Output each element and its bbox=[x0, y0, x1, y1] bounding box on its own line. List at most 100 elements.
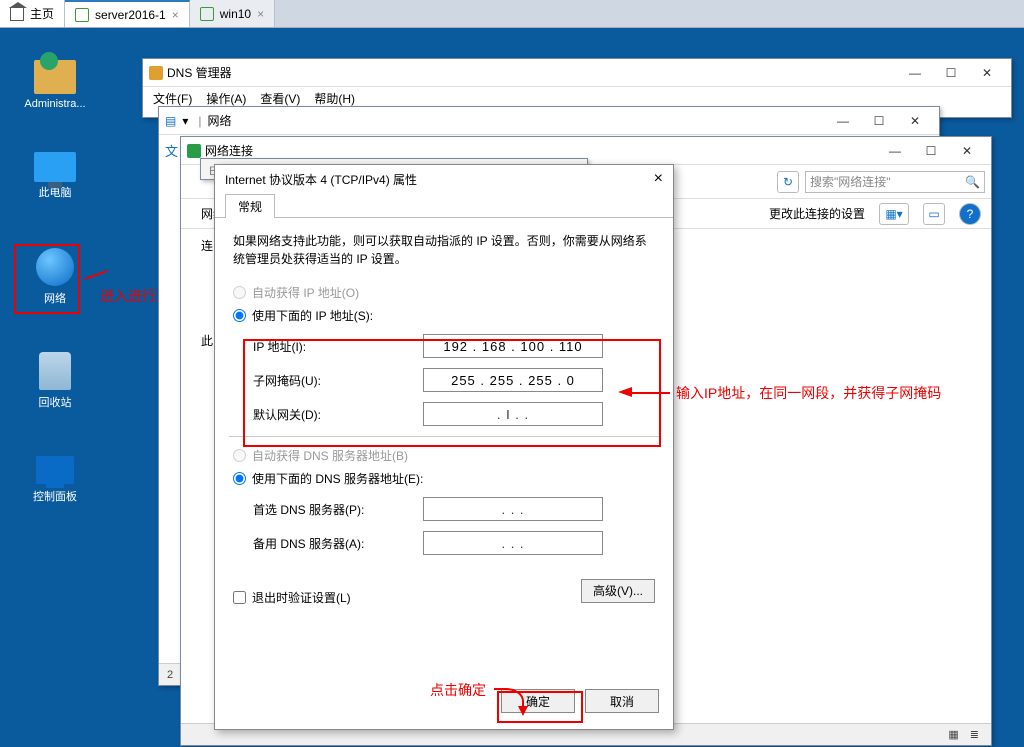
vm-icon bbox=[200, 7, 214, 21]
input-dns2[interactable]: . . . bbox=[423, 531, 603, 555]
dns-icon bbox=[149, 66, 163, 80]
tab-home[interactable]: 主页 bbox=[0, 0, 65, 27]
icon-label: 回收站 bbox=[18, 394, 92, 410]
minimize-button[interactable]: — bbox=[897, 61, 933, 85]
tab-general[interactable]: 常规 bbox=[225, 194, 275, 218]
dns1-value: . . . bbox=[501, 502, 524, 517]
vm-icon bbox=[75, 8, 89, 22]
radio-manual-dns[interactable]: 使用下面的 DNS 服务器地址(E): bbox=[233, 470, 655, 487]
button-label: 高级(V)... bbox=[593, 582, 643, 599]
maximize-button[interactable]: ☐ bbox=[913, 139, 949, 163]
monitor-icon bbox=[34, 152, 76, 182]
nav-icon: ▤ bbox=[165, 114, 176, 128]
tab-label: 常规 bbox=[238, 200, 262, 214]
radio-label: 使用下面的 IP 地址(S): bbox=[252, 307, 373, 324]
desktop-icon-recycle[interactable]: 回收站 bbox=[18, 352, 92, 410]
dialog-ipv4-properties: Internet 协议版本 4 (TCP/IPv4) 属性 × 常规 如果网络支… bbox=[214, 164, 674, 730]
tab-label: 主页 bbox=[30, 5, 54, 22]
tab-label: win10 bbox=[220, 7, 251, 21]
icon-label: Administra... bbox=[18, 98, 92, 110]
row-dns1: 首选 DNS 服务器(P): . . . bbox=[253, 497, 655, 521]
menu-action[interactable]: 操作(A) bbox=[206, 90, 246, 107]
dns2-value: . . . bbox=[501, 536, 524, 551]
desktop-icon-thispc[interactable]: 此电脑 bbox=[18, 148, 92, 200]
close-button[interactable]: ✕ bbox=[969, 61, 1005, 85]
radio-label: 使用下面的 DNS 服务器地址(E): bbox=[252, 470, 423, 487]
titlebar[interactable]: DNS 管理器 — ☐ ✕ bbox=[143, 59, 1011, 87]
control-panel-icon bbox=[36, 456, 74, 484]
titlebar[interactable]: Internet 协议版本 4 (TCP/IPv4) 属性 × bbox=[215, 165, 673, 193]
search-icon: 🔍 bbox=[965, 175, 980, 189]
radio-label: 自动获得 IP 地址(O) bbox=[252, 284, 359, 301]
row-dns2: 备用 DNS 服务器(A): . . . bbox=[253, 531, 655, 555]
tab-win10[interactable]: win10 × bbox=[190, 0, 275, 27]
minimize-button[interactable]: — bbox=[825, 109, 861, 133]
annotation-arrowhead bbox=[618, 387, 632, 397]
annotation-arrowhead-down bbox=[518, 706, 528, 716]
label-dns2: 备用 DNS 服务器(A): bbox=[253, 535, 423, 552]
browser-tabbar: 主页 server2016-1 × win10 × bbox=[0, 0, 1024, 28]
recycle-bin-icon bbox=[39, 352, 71, 390]
search-input[interactable]: 搜索"网络连接" 🔍 bbox=[805, 171, 985, 193]
preview-button[interactable]: ▭ bbox=[923, 203, 945, 225]
radio-input bbox=[233, 449, 246, 462]
menu-help[interactable]: 帮助(H) bbox=[314, 90, 355, 107]
close-button[interactable]: ✕ bbox=[949, 139, 985, 163]
titlebar[interactable]: ▤ ▾ | 网络 — ☐ ✕ bbox=[159, 107, 939, 135]
window-title: 网络 bbox=[208, 112, 232, 129]
description-text: 如果网络支持此功能，则可以获取自动指派的 IP 设置。否则，你需要从网络系统管理… bbox=[233, 232, 655, 268]
menu-file[interactable]: 文件(F) bbox=[153, 90, 192, 107]
dropdown-icon[interactable]: ▾ bbox=[182, 114, 188, 128]
change-settings-link[interactable]: 更改此连接的设置 bbox=[769, 205, 865, 222]
close-button[interactable]: ✕ bbox=[897, 109, 933, 133]
icon-label: 控制面板 bbox=[18, 488, 92, 504]
refresh-button[interactable]: ↻ bbox=[777, 171, 799, 193]
radio-auto-dns: 自动获得 DNS 服务器地址(B) bbox=[233, 447, 655, 464]
annotation-text-ok: 点击确定 bbox=[430, 680, 486, 700]
home-icon bbox=[10, 7, 24, 21]
netconn-icon bbox=[187, 144, 201, 158]
tab-label: server2016-1 bbox=[95, 8, 166, 22]
checkbox-label: 退出时验证设置(L) bbox=[252, 589, 351, 606]
help-button[interactable]: ? bbox=[959, 203, 981, 225]
view-icons[interactable]: ▦ ≣ bbox=[948, 728, 983, 741]
dialog-title: Internet 协议版本 4 (TCP/IPv4) 属性 bbox=[225, 171, 417, 188]
advanced-button[interactable]: 高级(V)... bbox=[581, 579, 655, 603]
radio-input[interactable] bbox=[233, 286, 246, 299]
input-dns1[interactable]: . . . bbox=[423, 497, 603, 521]
button-label: 取消 bbox=[610, 693, 634, 710]
minimize-button[interactable]: — bbox=[877, 139, 913, 163]
checkbox-validate[interactable]: 退出时验证设置(L) bbox=[233, 589, 351, 606]
checkbox-input[interactable] bbox=[233, 591, 246, 604]
search-placeholder: 搜索"网络连接" bbox=[810, 173, 891, 190]
radio-input[interactable] bbox=[233, 309, 246, 322]
window-title: DNS 管理器 bbox=[167, 64, 232, 81]
close-button[interactable]: × bbox=[654, 170, 663, 188]
desktop-icon-controlpanel[interactable]: 控制面板 bbox=[18, 448, 92, 504]
user-folder-icon bbox=[34, 60, 76, 94]
sidebar-fragment: 文 bbox=[165, 141, 178, 160]
maximize-button[interactable]: ☐ bbox=[933, 61, 969, 85]
close-icon[interactable]: × bbox=[257, 7, 264, 21]
view-button[interactable]: ▦▾ bbox=[879, 203, 909, 225]
annotation-highlight-ipblock bbox=[243, 339, 661, 447]
close-icon[interactable]: × bbox=[172, 8, 179, 22]
radio-auto-ip[interactable]: 自动获得 IP 地址(O) bbox=[233, 284, 655, 301]
radio-manual-ip[interactable]: 使用下面的 IP 地址(S): bbox=[233, 307, 655, 324]
item-count: 2 bbox=[167, 669, 173, 681]
desktop-icon-administrator[interactable]: Administra... bbox=[18, 56, 92, 110]
sidebar-fragment: 连 bbox=[201, 237, 213, 254]
label-dns1: 首选 DNS 服务器(P): bbox=[253, 501, 423, 518]
tab-server[interactable]: server2016-1 × bbox=[65, 0, 190, 27]
dialog-body: 如果网络支持此功能，则可以获取自动指派的 IP 设置。否则，你需要从网络系统管理… bbox=[215, 217, 673, 681]
dns-fields: 首选 DNS 服务器(P): . . . 备用 DNS 服务器(A): . . … bbox=[253, 497, 655, 555]
annotation-text-ip: 输入IP地址，在同一网段，并获得子网掩码 bbox=[676, 383, 941, 403]
cancel-button[interactable]: 取消 bbox=[585, 689, 659, 713]
annotation-highlight-network bbox=[14, 244, 80, 314]
radio-input[interactable] bbox=[233, 472, 246, 485]
sidebar-fragment: 此 bbox=[201, 332, 213, 349]
menu-view[interactable]: 查看(V) bbox=[260, 90, 300, 107]
radio-label: 自动获得 DNS 服务器地址(B) bbox=[252, 447, 408, 464]
tab-header: 常规 bbox=[215, 193, 673, 217]
maximize-button[interactable]: ☐ bbox=[861, 109, 897, 133]
